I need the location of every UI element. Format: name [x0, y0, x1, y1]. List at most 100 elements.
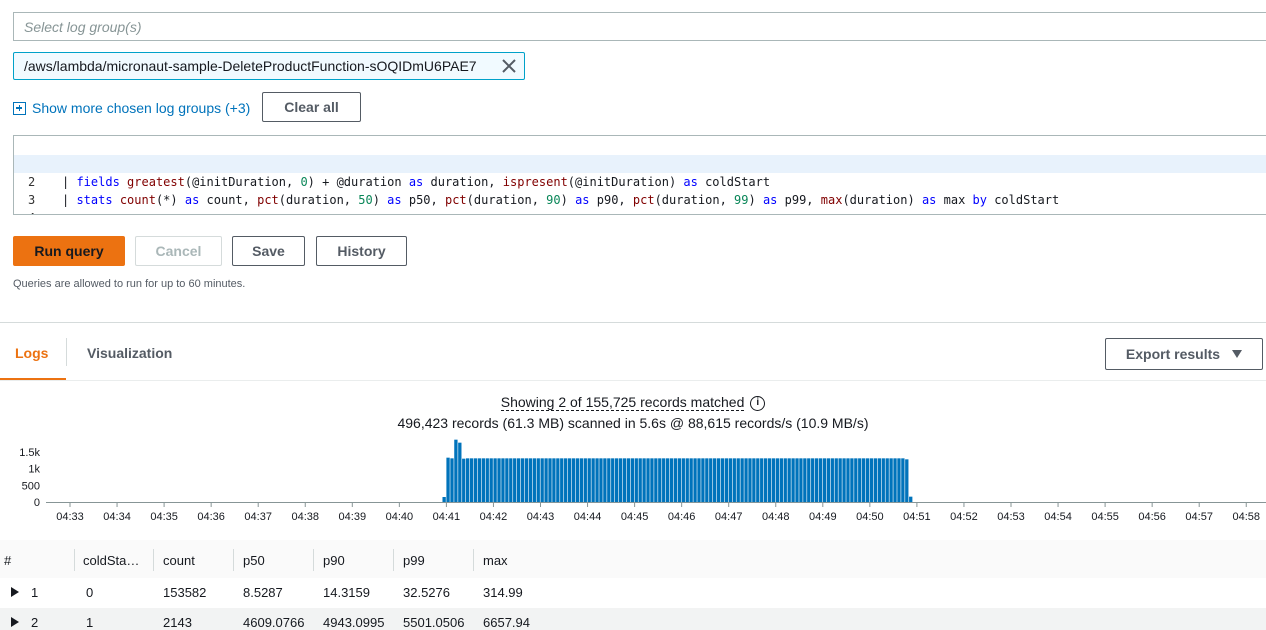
- y-tick-label: 1.5k: [19, 447, 40, 459]
- histogram-bar: [536, 458, 540, 502]
- export-results-label: Export results: [1125, 346, 1221, 362]
- histogram-bar: [544, 458, 548, 502]
- cell-p90: 14.3159: [323, 585, 370, 600]
- column-header[interactable]: coldSta…: [83, 553, 139, 568]
- histogram-bar: [850, 458, 854, 502]
- selected-log-group-label: /aws/lambda/micronaut-sample-DeleteProdu…: [24, 58, 477, 74]
- save-button[interactable]: Save: [232, 236, 305, 266]
- histogram-bar: [713, 458, 717, 502]
- x-tick-label: 04:49: [809, 511, 837, 523]
- table-row[interactable]: 1 0 153582 8.5287 14.3159 32.5276 314.99: [0, 578, 1266, 608]
- column-header[interactable]: count: [163, 553, 195, 568]
- histogram-bar: [595, 458, 599, 502]
- run-query-button[interactable]: Run query: [13, 236, 125, 266]
- histogram-bar: [587, 458, 591, 502]
- column-divider: [393, 549, 394, 571]
- histogram-bar: [673, 458, 678, 502]
- histogram-bar: [873, 458, 878, 502]
- histogram-bar: [736, 458, 740, 502]
- expand-row-icon[interactable]: [11, 617, 19, 627]
- histogram-bar: [630, 458, 634, 502]
- cell-p50: 8.5287: [243, 585, 283, 600]
- histogram-bar: [650, 458, 654, 502]
- histogram-bar: [520, 458, 525, 502]
- histogram-bar: [560, 458, 564, 502]
- histogram-bar: [811, 458, 815, 502]
- histogram-bar: [509, 458, 513, 502]
- histogram-bar: [548, 458, 552, 502]
- histogram-bar: [638, 458, 642, 502]
- histogram-bar: [466, 458, 470, 502]
- tab-logs[interactable]: Logs: [15, 345, 48, 361]
- section-divider: [0, 322, 1266, 323]
- export-results-button[interactable]: Export results: [1105, 338, 1263, 370]
- query-time-hint: Queries are allowed to run for up to 60 …: [13, 278, 246, 290]
- column-divider: [313, 549, 314, 571]
- close-icon[interactable]: [500, 57, 518, 75]
- show-more-log-groups-link[interactable]: Show more chosen log groups (+3): [13, 98, 250, 118]
- expand-plus-icon: [13, 101, 26, 115]
- histogram-bar: [677, 458, 682, 502]
- show-more-label: Show more chosen log groups (+3): [32, 100, 251, 116]
- table-row[interactable]: 2 1 2143 4609.0766 4943.0995 5501.0506 6…: [0, 608, 1266, 630]
- log-group-select[interactable]: Select log group(s): [13, 12, 1266, 41]
- histogram-bar: [705, 458, 709, 502]
- histogram-bar: [716, 458, 721, 502]
- histogram-bar: [834, 458, 838, 502]
- histogram-bar: [771, 458, 776, 502]
- column-header[interactable]: p99: [403, 553, 425, 568]
- x-tick-label: 04:33: [56, 511, 84, 523]
- histogram-bar: [614, 458, 619, 502]
- row-index: 2: [31, 615, 39, 630]
- histogram-bar: [689, 458, 693, 502]
- histogram-bar: [540, 458, 544, 502]
- editor-line: 3 | stats count(*) as count, pct(duration…: [28, 193, 1060, 207]
- column-header[interactable]: p90: [323, 553, 345, 568]
- x-tick-label: 04:45: [621, 511, 649, 523]
- histogram-bar: [607, 458, 611, 502]
- histogram-bar: [583, 458, 587, 502]
- cell-p50: 4609.0766: [243, 615, 305, 630]
- cancel-button[interactable]: Cancel: [135, 236, 222, 266]
- x-tick-label: 04:39: [339, 511, 367, 523]
- histogram-bar: [477, 458, 482, 502]
- x-tick-label: 04:44: [574, 511, 602, 523]
- column-divider: [153, 549, 154, 571]
- query-editor[interactable]: 1filter @type="REPORT" 2| fields greates…: [13, 135, 1266, 215]
- histogram-bar: [846, 458, 850, 502]
- x-tick-label: 04:48: [762, 511, 790, 523]
- x-tick-label: 04:54: [1044, 511, 1072, 523]
- x-tick-label: 04:51: [903, 511, 931, 523]
- histogram-bar: [842, 458, 846, 502]
- histogram-bar: [665, 458, 670, 502]
- histogram-bar: [826, 458, 831, 502]
- histogram-bar: [505, 458, 509, 502]
- histogram-bar: [646, 458, 650, 502]
- x-tick-label: 04:52: [950, 511, 978, 523]
- x-tick-label: 04:43: [527, 511, 555, 523]
- x-tick-label: 04:37: [244, 511, 272, 523]
- histogram-bar: [497, 458, 501, 502]
- histogram-bar: [791, 458, 795, 502]
- histogram-bar: [783, 458, 787, 502]
- column-header[interactable]: max: [483, 553, 508, 568]
- histogram-bar: [489, 458, 493, 502]
- expand-row-icon[interactable]: [11, 587, 19, 597]
- results-table: # coldSta… count p50 p90 p99 max 1 0 153…: [0, 540, 1266, 630]
- column-header[interactable]: p50: [243, 553, 265, 568]
- histogram-bar: [599, 458, 603, 502]
- cell-count: 153582: [163, 585, 207, 600]
- cell-max: 6657.94: [483, 615, 530, 630]
- histogram-bar: [556, 458, 560, 502]
- histogram-bar: [787, 458, 791, 502]
- history-button[interactable]: History: [316, 236, 407, 266]
- histogram-bar: [728, 458, 733, 502]
- histogram-bar: [881, 458, 885, 502]
- info-icon[interactable]: i: [750, 395, 766, 411]
- histogram-bar: [450, 458, 454, 502]
- x-tick-label: 04:35: [150, 511, 178, 523]
- histogram-bar: [603, 458, 607, 502]
- tab-visualization[interactable]: Visualization: [87, 345, 172, 361]
- histogram-bar: [528, 458, 533, 502]
- clear-all-button[interactable]: Clear all: [262, 92, 361, 122]
